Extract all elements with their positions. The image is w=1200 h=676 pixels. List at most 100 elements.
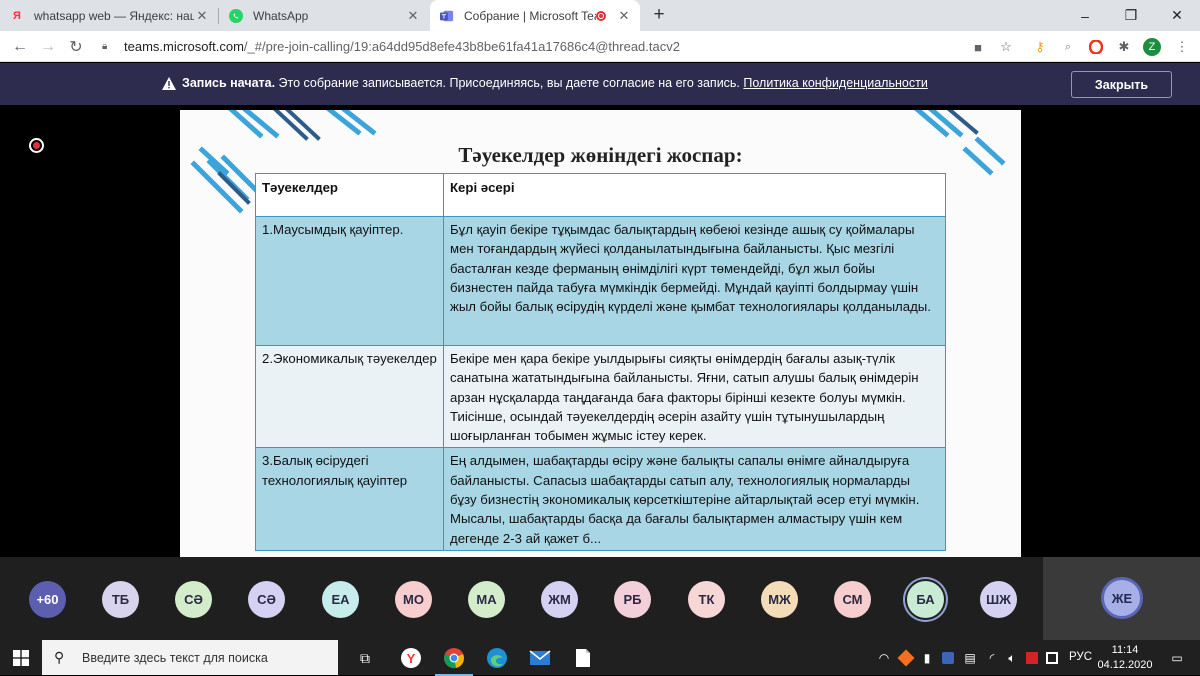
system-clock[interactable]: 11:14 04.12.2020 (1094, 643, 1156, 673)
document-icon[interactable] (570, 645, 596, 671)
tab-yandex-search[interactable]: Я whatsapp web — Яндекс: нашлось ✕ (0, 0, 218, 31)
taskbar-search-box[interactable]: ⚲ Введите здесь текст для поиска (42, 640, 338, 675)
microphone-icon[interactable]: ▮ (920, 650, 934, 666)
profile-avatar[interactable]: Z (1142, 37, 1162, 57)
table-row: 3.Балық өсірудегі технологиялық қауіптер… (255, 447, 946, 551)
participant-avatar[interactable]: МА (468, 581, 505, 618)
recording-status-icon (29, 138, 44, 153)
edge-icon[interactable] (484, 645, 510, 671)
recording-indicator-icon (596, 10, 606, 21)
windows-taskbar: ⚲ Введите здесь текст для поиска ⧉ Y ◠ ▮… (0, 640, 1200, 676)
tray-red-app-icon[interactable] (1024, 650, 1040, 666)
participant-avatar[interactable]: ЕА (322, 581, 359, 618)
chrome-icon[interactable] (435, 645, 473, 676)
url-path: /_#/pre-join-calling/19:a64dd95d8efe43b8… (243, 39, 680, 54)
participant-avatar[interactable]: МО (395, 581, 432, 618)
tab-title: WhatsApp (253, 8, 309, 23)
network-wifi-icon[interactable]: ◠ (876, 650, 892, 666)
teams-icon (440, 9, 454, 23)
slide-title: Тәуекелдер жөніндегі жоспар: (458, 143, 743, 167)
self-video-tile[interactable]: ЖЕ (1043, 557, 1200, 640)
risk-cell: 2.Экономикалық тәуекелдер (255, 344, 444, 449)
privacy-policy-link[interactable]: Политика конфиденциальности (743, 76, 927, 90)
table-row: 1.Маусымдық қауіптер. Бұл қауіп бекіре т… (255, 216, 946, 346)
more-participants-button[interactable]: +60 (29, 581, 66, 618)
key-icon[interactable]: ⚷ (1030, 37, 1050, 57)
tray-app-icon[interactable] (897, 649, 915, 667)
svg-text:Y: Y (407, 651, 416, 666)
recording-notice-title: Запись начата. (182, 76, 276, 90)
close-banner-button[interactable]: Закрыть (1071, 71, 1172, 98)
input-language-indicator[interactable]: РУС (1069, 651, 1092, 663)
effect-cell: Ең алдымен, шабақтарды өсіру және балықт… (443, 447, 946, 551)
participant-avatar[interactable]: ТБ (102, 581, 139, 618)
search-icon: ⚲ (54, 649, 65, 665)
table-row: 2.Экономикалық тәуекелдер Бекіре мен қар… (255, 344, 946, 449)
close-window-button[interactable]: ✕ (1154, 0, 1200, 31)
restore-button[interactable]: ❐ (1108, 0, 1154, 31)
menu-kebab-icon[interactable]: ⋮ (1172, 37, 1192, 57)
participant-avatar[interactable]: ШЖ (980, 581, 1017, 618)
wifi-icon[interactable]: ◜ (984, 650, 1000, 666)
browser-toolbar: ← → ↻ 🔒︎ teams.microsoft.com/_#/pre-join… (0, 31, 1200, 62)
risk-cell: 3.Балық өсірудегі технологиялық қауіптер (255, 447, 444, 551)
tray-app-icon-2[interactable] (940, 650, 956, 666)
clock-date: 04.12.2020 (1097, 659, 1153, 671)
tab-title: Собрание | Microsoft Teams (464, 8, 596, 23)
participant-avatar[interactable]: СӘ (248, 581, 285, 618)
recording-notice-text: Это собрание записывается. Присоединяясь… (275, 76, 744, 90)
participant-avatar[interactable]: СӘ (175, 581, 212, 618)
participant-avatar[interactable]: МЖ (761, 581, 798, 618)
tab-microsoft-teams[interactable]: Собрание | Microsoft Teams ✕ (430, 0, 640, 31)
risk-cell: 1.Маусымдық қауіптер. (255, 216, 444, 346)
column-header-risks: Тәуекелдер (255, 173, 444, 217)
notifications-icon[interactable]: ▭ (1168, 650, 1186, 666)
tab-title: whatsapp web — Яндекс: нашлось (34, 8, 194, 23)
url-host: teams.microsoft.com (124, 39, 244, 54)
yandex-icon: Я (13, 9, 21, 22)
profile-initial: Z (1143, 38, 1161, 56)
participant-avatar[interactable]: ТК (688, 581, 725, 618)
browser-tab-strip: Я whatsapp web — Яндекс: нашлось ✕ Whats… (0, 0, 1200, 31)
close-tab-icon[interactable]: ✕ (194, 8, 210, 24)
reload-button[interactable]: ↻ (64, 35, 88, 59)
minimize-button[interactable]: – (1062, 0, 1108, 31)
shared-slide: Тәуекелдер жөніндегі жоспар: Тәуекелдер … (180, 110, 1021, 557)
lock-icon: 🔒︎ (102, 40, 108, 52)
close-tab-icon[interactable]: ✕ (405, 8, 421, 24)
whatsapp-icon (229, 8, 243, 23)
warning-icon (162, 77, 176, 90)
recording-notice: Запись начата. Это собрание записывается… (182, 76, 928, 90)
recording-banner: Запись начата. Это собрание записывается… (0, 63, 1200, 105)
close-tab-icon[interactable]: ✕ (616, 8, 632, 24)
participants-bar: +60 ТБ СӘ СӘ ЕА МО МА ЖМ РБ ТК МЖ СМ БА ШЖ ЖЕ (0, 557, 1200, 640)
windows-start-icon[interactable] (13, 650, 29, 666)
tray-app-icon-3[interactable] (1044, 650, 1060, 666)
effect-cell: Бекіре мен қара бекіре уылдырығы сияқты … (443, 344, 946, 449)
yandex-browser-icon[interactable]: Y (398, 645, 424, 671)
new-tab-button[interactable]: + (648, 4, 670, 26)
address-bar[interactable]: 🔒︎ teams.microsoft.com/_#/pre-join-calli… (96, 34, 1026, 59)
tray-printer-icon[interactable]: ▤ (962, 650, 978, 666)
zoom-extension-icon[interactable]: ⌕ (1058, 37, 1078, 57)
task-view-icon[interactable]: ⧉ (352, 645, 378, 671)
clock-time: 11:14 (1111, 644, 1139, 656)
participant-avatar[interactable]: СМ (834, 581, 871, 618)
participant-avatar[interactable]: РБ (614, 581, 651, 618)
search-placeholder: Введите здесь текст для поиска (82, 650, 268, 665)
forward-button[interactable]: → (36, 35, 60, 59)
effect-cell: Бұл қауіп бекіре тұқымдас балықтардың кө… (443, 216, 946, 346)
opera-extension-icon[interactable] (1086, 37, 1106, 57)
table-header-row: Тәуекелдер Кері әсері (255, 173, 946, 217)
volume-icon[interactable]: 🔈︎ (1004, 650, 1020, 666)
participant-avatar[interactable]: ЖМ (541, 581, 578, 618)
camera-icon[interactable]: ■ (968, 37, 988, 57)
self-avatar: ЖЕ (1101, 577, 1143, 619)
tab-whatsapp[interactable]: WhatsApp ✕ (219, 0, 429, 31)
column-header-effects: Кері әсері (443, 173, 946, 217)
mail-icon[interactable] (527, 645, 553, 671)
extensions-puzzle-icon[interactable]: ✱ (1114, 37, 1134, 57)
back-button[interactable]: ← (8, 35, 32, 59)
participant-avatar[interactable]: БА (907, 581, 944, 618)
bookmark-star-icon[interactable]: ☆ (996, 37, 1016, 57)
